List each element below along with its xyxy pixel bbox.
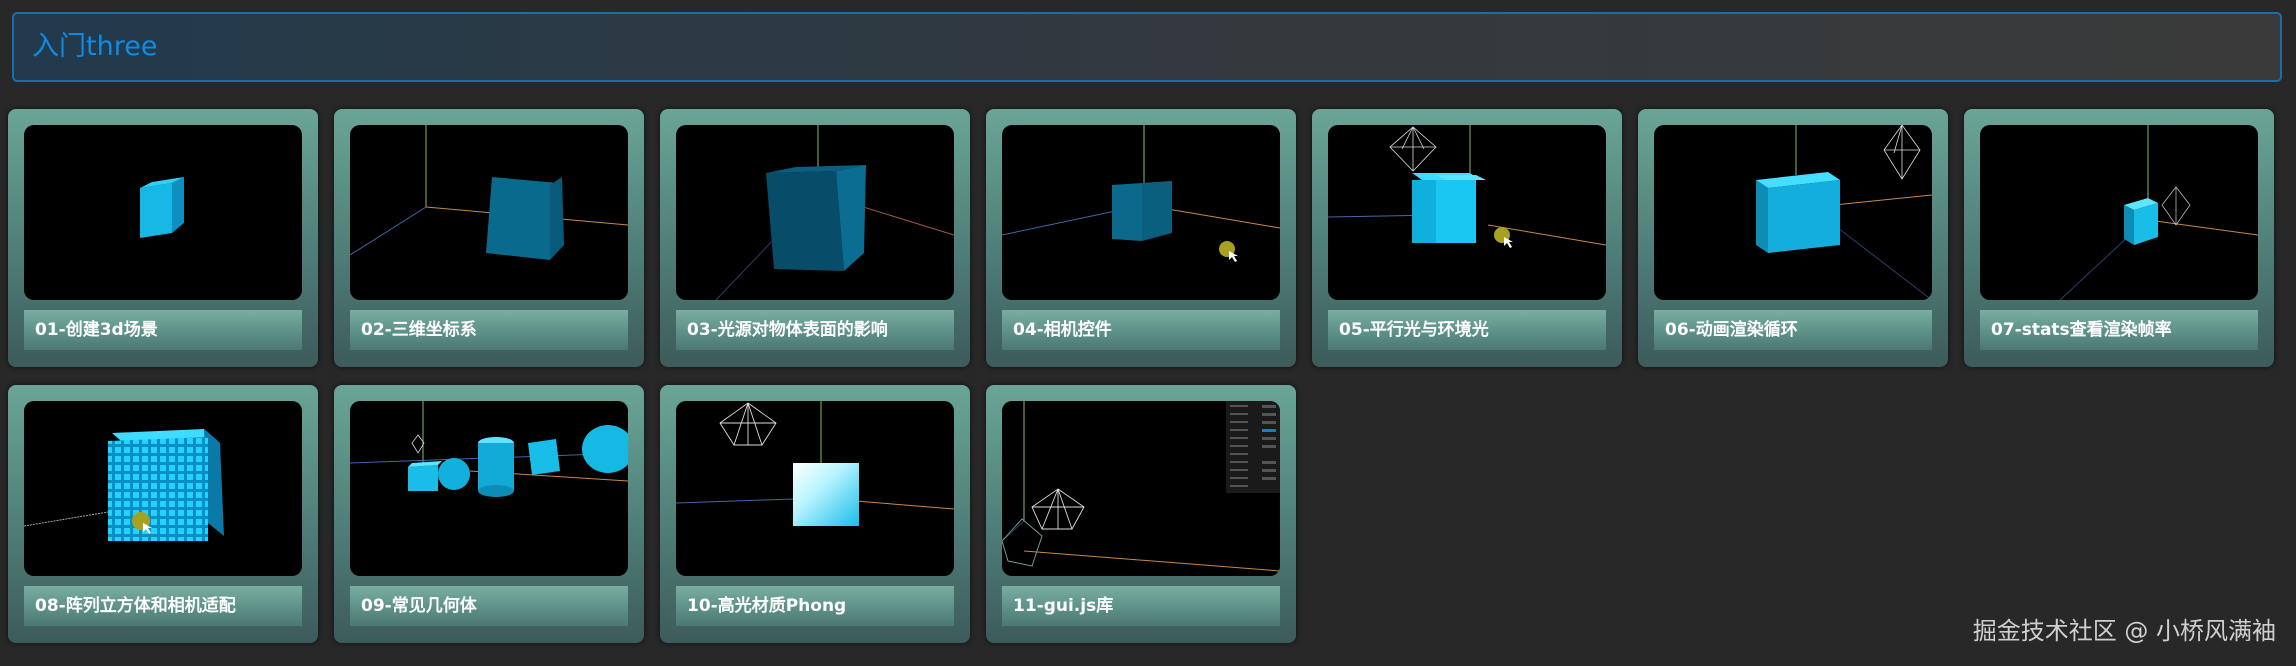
card-label: 08-阵列立方体和相机适配 bbox=[24, 586, 302, 626]
demo-card-common-geometry[interactable]: 09-常见几何体 bbox=[334, 385, 644, 643]
scene-preview bbox=[24, 125, 302, 300]
demo-card-gui-library[interactable]: 11-gui.js库 bbox=[986, 385, 1296, 643]
scene-preview bbox=[1654, 125, 1932, 300]
demo-card-create-scene[interactable]: 01-创建3d场景 bbox=[8, 109, 318, 367]
scene-preview bbox=[1002, 401, 1280, 576]
demo-grid: 01-创建3d场景 02-三维坐标系 03-光源对物体表面的影响 04-相机控件… bbox=[0, 0, 2296, 666]
demo-card-axes[interactable]: 02-三维坐标系 bbox=[334, 109, 644, 367]
demo-card-cube-array-camera[interactable]: 08-阵列立方体和相机适配 bbox=[8, 385, 318, 643]
scene-preview bbox=[1328, 125, 1606, 300]
card-label: 06-动画渲染循环 bbox=[1654, 310, 1932, 350]
demo-card-phong-material[interactable]: 10-高光材质Phong bbox=[660, 385, 970, 643]
card-label: 04-相机控件 bbox=[1002, 310, 1280, 350]
scene-preview bbox=[676, 125, 954, 300]
card-label: 07-stats查看渲染帧率 bbox=[1980, 310, 2258, 350]
demo-card-light-surface[interactable]: 03-光源对物体表面的影响 bbox=[660, 109, 970, 367]
scene-preview bbox=[350, 401, 628, 576]
card-label: 03-光源对物体表面的影响 bbox=[676, 310, 954, 350]
scene-preview bbox=[24, 401, 302, 576]
card-label: 11-gui.js库 bbox=[1002, 586, 1280, 626]
demo-card-directional-ambient-light[interactable]: 05-平行光与环境光 bbox=[1312, 109, 1622, 367]
scene-preview bbox=[350, 125, 628, 300]
scene-preview bbox=[1002, 125, 1280, 300]
card-label: 02-三维坐标系 bbox=[350, 310, 628, 350]
card-label: 01-创建3d场景 bbox=[24, 310, 302, 350]
scene-preview bbox=[676, 401, 954, 576]
demo-card-camera-controls[interactable]: 04-相机控件 bbox=[986, 109, 1296, 367]
demo-card-animation-loop[interactable]: 06-动画渲染循环 bbox=[1638, 109, 1948, 367]
demo-card-stats-fps[interactable]: 07-stats查看渲染帧率 bbox=[1964, 109, 2274, 367]
card-label: 05-平行光与环境光 bbox=[1328, 310, 1606, 350]
watermark: 掘金技术社区 @ 小桥风满袖 bbox=[1972, 617, 2276, 645]
card-label: 10-高光材质Phong bbox=[676, 586, 954, 626]
card-label: 09-常见几何体 bbox=[350, 586, 628, 626]
scene-preview bbox=[1980, 125, 2258, 300]
